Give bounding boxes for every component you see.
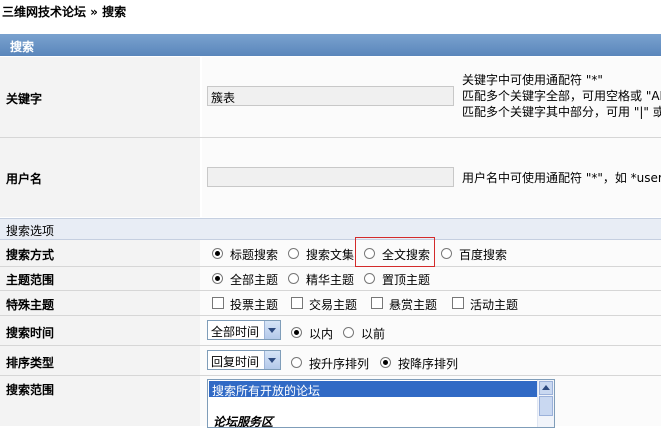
panel-title: 搜索 (10, 40, 35, 54)
chevron-down-icon[interactable] (264, 351, 280, 369)
option-activity-topics[interactable]: 活动主题 (470, 296, 518, 313)
listbox-scrollbar[interactable] (537, 380, 554, 427)
sort-type-label: 排序类型 (6, 356, 55, 370)
radio-baidu-search[interactable] (441, 248, 452, 259)
special-topics-label: 特殊主题 (6, 298, 55, 312)
keyword-label: 关键字 (6, 92, 43, 106)
radio-digest-topics[interactable] (288, 273, 299, 284)
checkbox-trade-topics[interactable] (291, 297, 303, 309)
username-hint: 用户名中可使用通配符 "*"，如 *user (462, 171, 661, 185)
radio-all-topics[interactable] (212, 273, 223, 284)
search-mode-label: 搜索方式 (6, 248, 55, 262)
breadcrumb[interactable]: 三维网技术论坛 » 搜索 (2, 3, 126, 20)
sort-type-select[interactable]: 回复时间 (207, 350, 281, 370)
chevron-down-icon[interactable] (264, 321, 280, 339)
username-input[interactable] (207, 167, 454, 187)
topic-scope-label: 主题范围 (6, 273, 55, 287)
option-fulltext-search[interactable]: 全文搜索 (382, 246, 430, 263)
sort-type-value: 回复时间 (211, 355, 260, 369)
checkbox-activity-topics[interactable] (452, 297, 464, 309)
username-label: 用户名 (6, 172, 43, 186)
checkbox-poll-topics[interactable] (212, 297, 224, 309)
option-trade-topics[interactable]: 交易主题 (309, 296, 357, 313)
keyword-hint-or: 匹配多个关键字其中部分，可用 "|" 或 (462, 105, 661, 119)
keyword-hint-and: 匹配多个关键字全部，可用空格或 "AND" (462, 89, 661, 103)
panel-header: 搜索 (0, 34, 661, 56)
radio-title-search[interactable] (212, 248, 223, 259)
search-time-label: 搜索时间 (6, 326, 55, 340)
radio-sticky-topics[interactable] (364, 273, 375, 284)
radio-within[interactable] (291, 327, 302, 338)
keyword-input[interactable]: 簇表 (207, 86, 454, 106)
search-options-title: 搜索选项 (6, 224, 55, 238)
radio-sort-descending[interactable] (380, 357, 391, 368)
option-sort-ascending[interactable]: 按升序排列 (309, 355, 369, 372)
option-reward-topics[interactable]: 悬赏主题 (389, 296, 437, 313)
option-digest-topics[interactable]: 精华主题 (306, 271, 354, 288)
search-time-value: 全部时间 (211, 325, 260, 339)
option-collection-search[interactable]: 搜索文集 (306, 246, 354, 263)
scroll-up-icon[interactable] (539, 381, 553, 395)
keyword-hint-wildcard: 关键字中可使用通配符 "*" (462, 73, 603, 87)
option-sort-descending[interactable]: 按降序排列 (398, 355, 458, 372)
option-within[interactable]: 以内 (309, 325, 333, 342)
list-item[interactable]: 搜索所有开放的论坛 (209, 381, 537, 398)
option-title-search[interactable]: 标题搜索 (230, 246, 278, 263)
search-time-select[interactable]: 全部时间 (207, 320, 281, 340)
radio-fulltext-search[interactable] (364, 248, 375, 259)
search-options-header: 搜索选项 (0, 218, 661, 240)
search-range-label: 搜索范围 (6, 383, 55, 397)
radio-sort-ascending[interactable] (291, 357, 302, 368)
radio-before[interactable] (343, 327, 354, 338)
radio-collection-search[interactable] (288, 248, 299, 259)
option-baidu-search[interactable]: 百度搜索 (459, 246, 507, 263)
search-range-listbox[interactable]: 搜索所有开放的论坛 论坛服务区 (207, 379, 555, 428)
list-item-label: 搜索所有开放的论坛 (212, 384, 321, 398)
scroll-thumb[interactable] (539, 396, 553, 416)
option-before[interactable]: 以前 (361, 325, 385, 342)
checkbox-reward-topics[interactable] (371, 297, 383, 309)
option-all-topics[interactable]: 全部主题 (230, 271, 278, 288)
option-sticky-topics[interactable]: 置顶主题 (382, 271, 430, 288)
option-poll-topics[interactable]: 投票主题 (230, 296, 278, 313)
